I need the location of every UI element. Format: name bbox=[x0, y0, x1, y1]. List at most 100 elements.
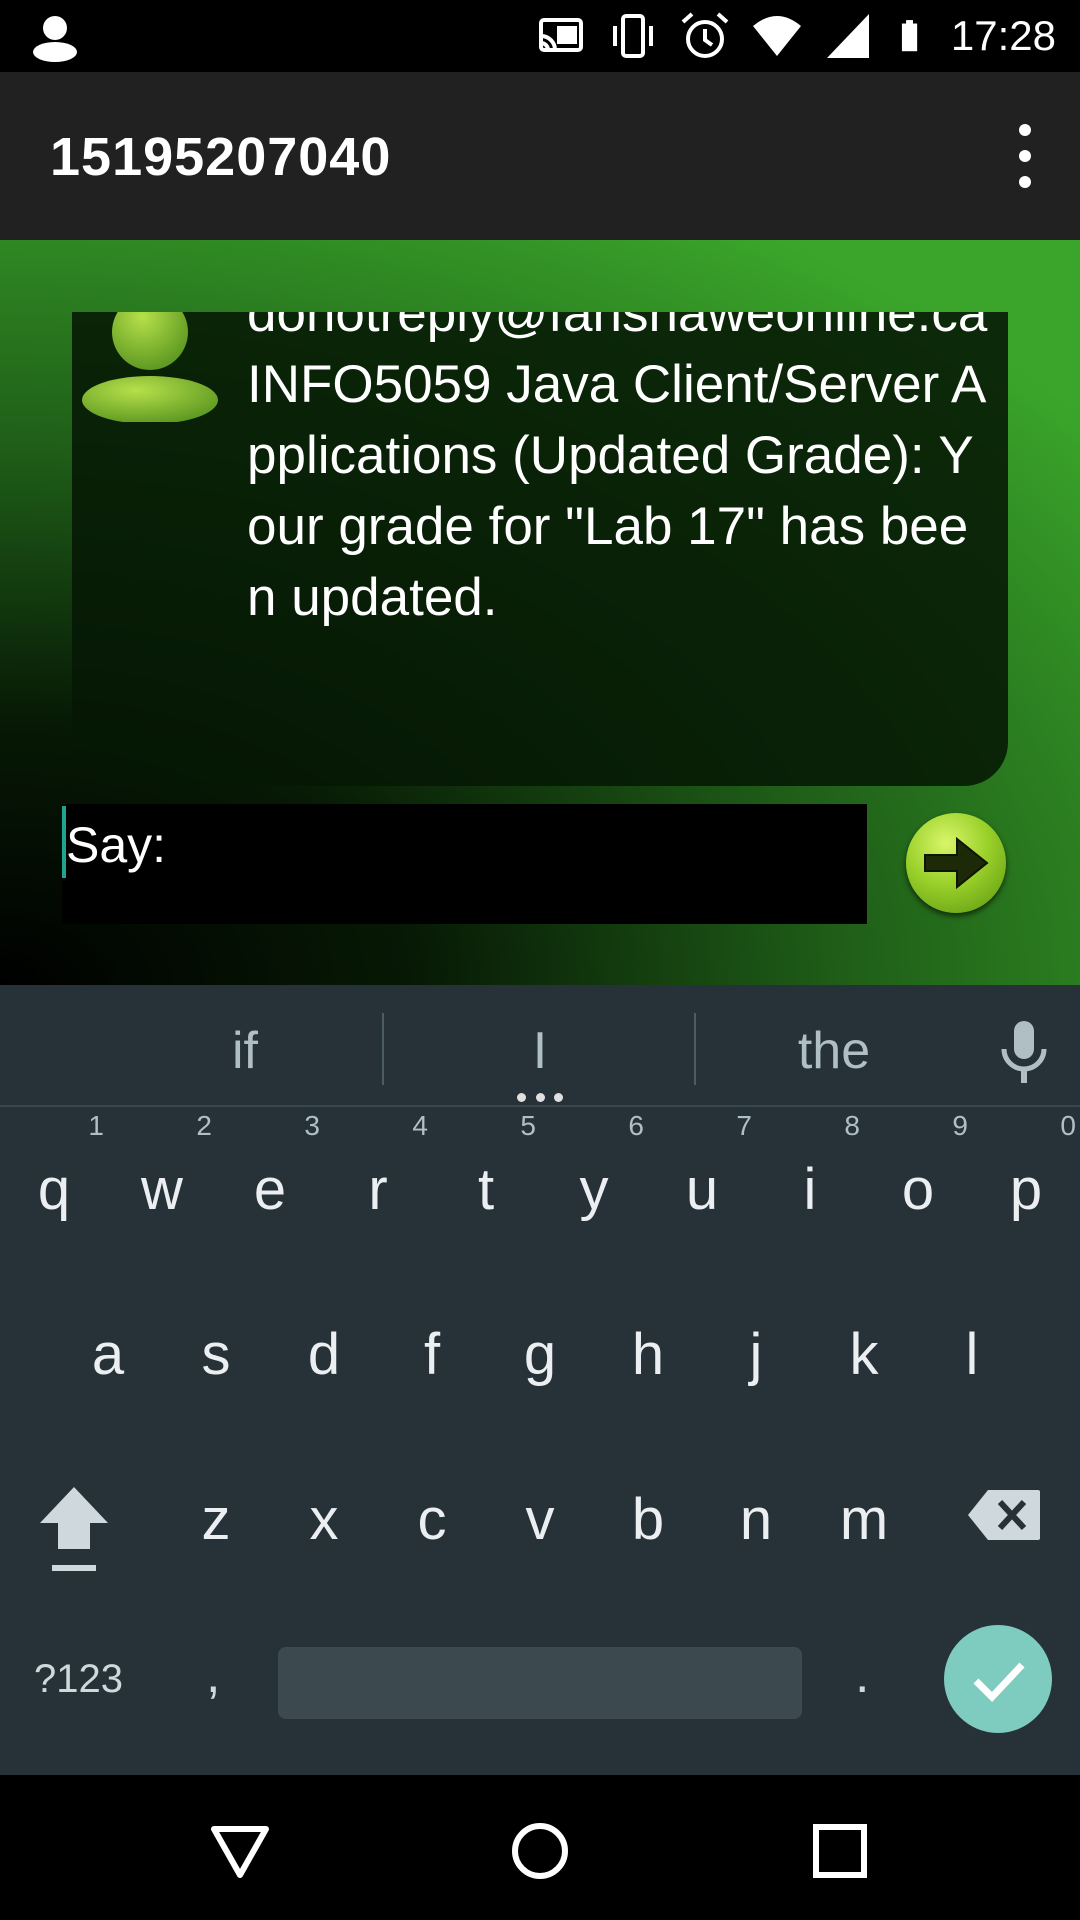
key-number-hint: 7 bbox=[736, 1110, 752, 1141]
key-letter: w bbox=[141, 1157, 183, 1222]
key-g[interactable]: g bbox=[486, 1275, 594, 1425]
key-i[interactable]: 8i bbox=[756, 1110, 864, 1260]
key-number-hint: 2 bbox=[196, 1110, 212, 1141]
key-u[interactable]: 7u bbox=[648, 1110, 756, 1260]
key-d[interactable]: d bbox=[270, 1275, 378, 1425]
menu-dot bbox=[1019, 124, 1031, 136]
microphone-icon[interactable] bbox=[998, 1019, 1050, 1085]
navigation-bar bbox=[0, 1775, 1080, 1920]
symbols-key[interactable]: ?123 bbox=[34, 1657, 123, 1702]
comma-key[interactable]: , bbox=[206, 1645, 220, 1705]
compose-input[interactable]: Say: bbox=[62, 804, 867, 924]
key-number-hint: 5 bbox=[520, 1110, 536, 1141]
key-letter: h bbox=[631, 1322, 665, 1387]
period-key[interactable]: . bbox=[855, 1645, 869, 1705]
user-silhouette-icon bbox=[33, 16, 77, 62]
key-number-hint: 3 bbox=[304, 1110, 320, 1141]
key-letter: m bbox=[839, 1487, 889, 1552]
compose-placeholder: Say: bbox=[66, 817, 167, 873]
key-letter: s bbox=[201, 1322, 231, 1387]
message-text: donotreply@fanshaweonline.ca INFO5059 Ja… bbox=[247, 312, 988, 627]
send-button[interactable] bbox=[906, 813, 1006, 913]
key-e[interactable]: 3e bbox=[216, 1110, 324, 1260]
key-m[interactable]: m bbox=[810, 1440, 918, 1590]
key-a[interactable]: a bbox=[54, 1275, 162, 1425]
wifi-icon bbox=[752, 16, 801, 56]
key-s[interactable]: s bbox=[162, 1275, 270, 1425]
suggestion-divider bbox=[694, 1013, 696, 1085]
key-r[interactable]: 4r bbox=[324, 1110, 432, 1260]
key-number-hint: 6 bbox=[628, 1110, 644, 1141]
app-toolbar: 15195207040 bbox=[0, 72, 1080, 240]
menu-dot bbox=[1019, 150, 1031, 162]
key-n[interactable]: n bbox=[702, 1440, 810, 1590]
more-suggestions-icon[interactable] bbox=[517, 1093, 563, 1103]
key-w[interactable]: 2w bbox=[108, 1110, 216, 1260]
conversation-area: donotreply@fanshaweonline.ca INFO5059 Ja… bbox=[0, 240, 1080, 985]
recents-icon[interactable] bbox=[800, 1811, 880, 1891]
key-k[interactable]: k bbox=[810, 1275, 918, 1425]
key-y[interactable]: 6y bbox=[540, 1110, 648, 1260]
key-letter: u bbox=[685, 1157, 719, 1222]
vibrate-icon bbox=[612, 14, 653, 58]
key-letter: a bbox=[91, 1322, 125, 1387]
key-t[interactable]: 5t bbox=[432, 1110, 540, 1260]
key-c[interactable]: c bbox=[378, 1440, 486, 1590]
suggestion-divider bbox=[382, 1013, 384, 1085]
key-q[interactable]: 1q bbox=[0, 1110, 108, 1260]
alarm-icon bbox=[681, 12, 729, 58]
key-letter: p bbox=[1009, 1157, 1043, 1222]
contact-avatar-icon bbox=[82, 312, 218, 422]
key-letter: e bbox=[253, 1157, 287, 1222]
key-number-hint: 8 bbox=[844, 1110, 860, 1141]
key-letter: g bbox=[523, 1322, 557, 1387]
cast-icon bbox=[538, 18, 583, 52]
signal-icon bbox=[826, 14, 869, 58]
checkmark-icon bbox=[973, 1662, 1025, 1703]
key-f[interactable]: f bbox=[378, 1275, 486, 1425]
key-letter: b bbox=[631, 1487, 665, 1552]
key-number-hint: 0 bbox=[1060, 1110, 1076, 1141]
key-number-hint: 4 bbox=[412, 1110, 428, 1141]
key-l[interactable]: l bbox=[918, 1275, 1026, 1425]
suggestion-the[interactable]: the bbox=[714, 1021, 954, 1081]
key-letter: v bbox=[525, 1487, 555, 1552]
enter-button[interactable] bbox=[944, 1625, 1052, 1733]
suggestion-i[interactable]: I bbox=[420, 1021, 660, 1081]
back-icon[interactable] bbox=[200, 1811, 280, 1891]
suggestion-strip: if I the bbox=[0, 985, 1080, 1107]
battery-icon bbox=[901, 20, 918, 52]
key-letter: n bbox=[739, 1487, 773, 1552]
key-number-hint: 9 bbox=[952, 1110, 968, 1141]
key-number-hint: 1 bbox=[88, 1110, 104, 1141]
key-letter: d bbox=[307, 1322, 341, 1387]
more-vert-icon[interactable] bbox=[1000, 124, 1050, 188]
key-letter: r bbox=[368, 1157, 388, 1222]
status-bar: 17:28 bbox=[0, 0, 1080, 72]
key-p[interactable]: 0p bbox=[972, 1110, 1080, 1260]
clock: 17:28 bbox=[950, 12, 1056, 59]
key-letter: f bbox=[423, 1322, 441, 1387]
message-bubble: donotreply@fanshaweonline.ca INFO5059 Ja… bbox=[72, 312, 1008, 786]
key-h[interactable]: h bbox=[594, 1275, 702, 1425]
key-b[interactable]: b bbox=[594, 1440, 702, 1590]
home-icon[interactable] bbox=[500, 1811, 580, 1891]
spacebar[interactable] bbox=[278, 1647, 802, 1719]
key-v[interactable]: v bbox=[486, 1440, 594, 1590]
soft-keyboard: if I the 1q 2w 3e 4r 5t 6y 7u 8i 9o 0p a… bbox=[0, 985, 1080, 1775]
key-letter: q bbox=[37, 1157, 71, 1222]
key-letter: t bbox=[477, 1157, 495, 1222]
conversation-title: 15195207040 bbox=[50, 127, 392, 187]
key-x[interactable]: x bbox=[270, 1440, 378, 1590]
menu-dot bbox=[1019, 176, 1031, 188]
key-o[interactable]: 9o bbox=[864, 1110, 972, 1260]
shift-icon[interactable] bbox=[36, 1483, 112, 1577]
key-letter: o bbox=[901, 1157, 935, 1222]
key-letter: c bbox=[417, 1487, 447, 1552]
backspace-icon[interactable] bbox=[966, 1488, 1042, 1542]
key-z[interactable]: z bbox=[162, 1440, 270, 1590]
key-letter: k bbox=[849, 1322, 879, 1387]
key-letter: y bbox=[579, 1157, 609, 1222]
suggestion-if[interactable]: if bbox=[125, 1021, 365, 1081]
key-j[interactable]: j bbox=[702, 1275, 810, 1425]
